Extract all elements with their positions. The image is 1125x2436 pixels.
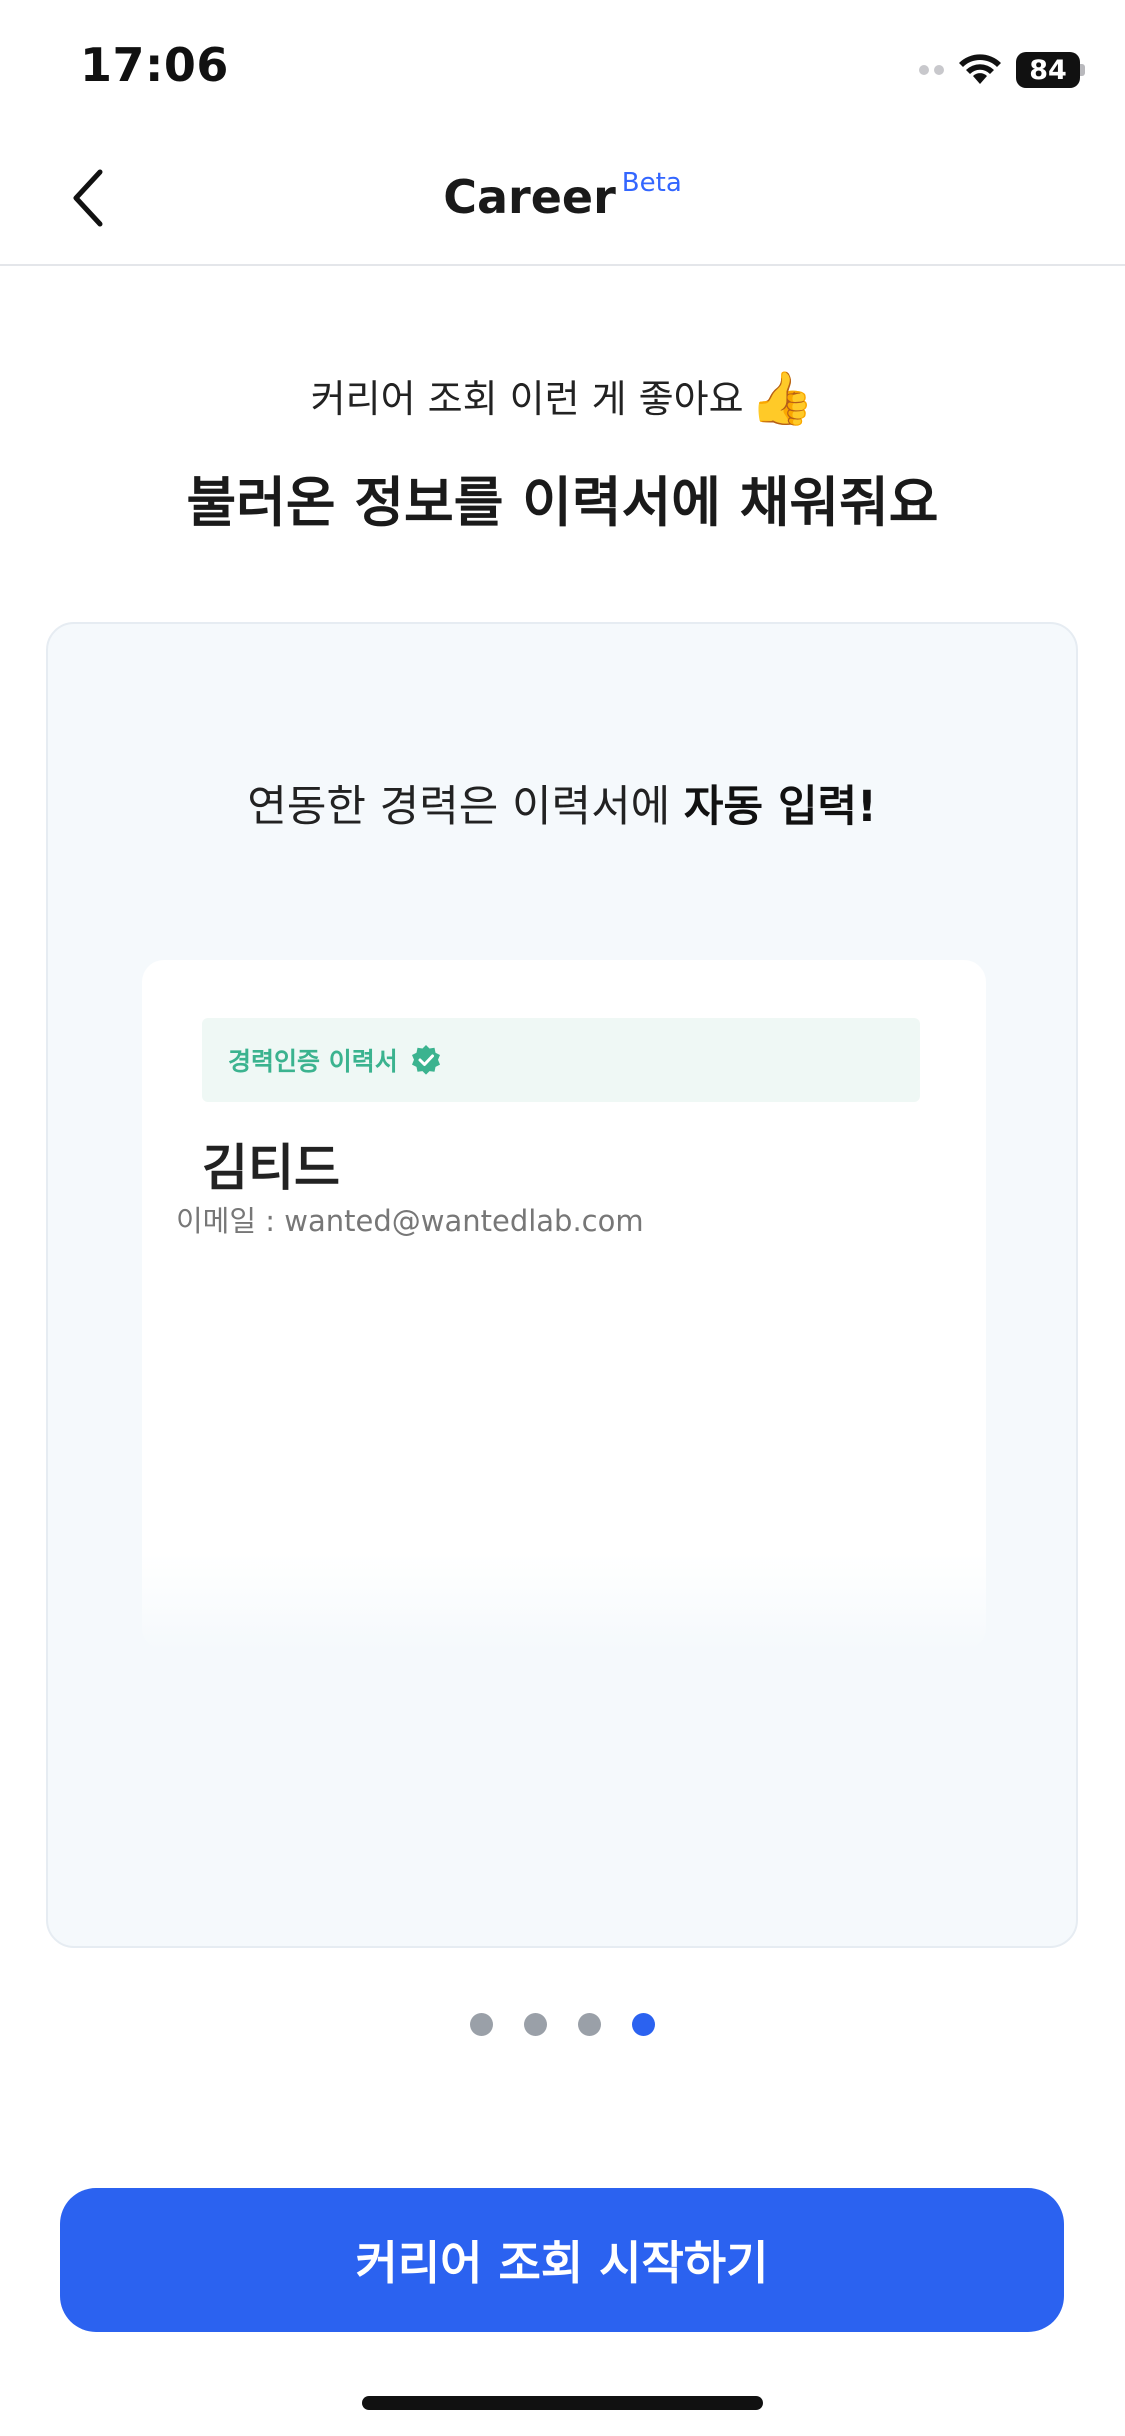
cellular-signal-icon	[919, 65, 944, 75]
battery-icon: 84	[1016, 52, 1080, 88]
slide-caption-plain: 연동한 경력은 이력서에	[247, 782, 684, 832]
battery-cap	[1080, 64, 1085, 76]
headline-sub: 커리어 조회 이런 게 좋아요 👍	[0, 368, 1125, 429]
battery-level: 84	[1029, 54, 1067, 86]
pager-dot[interactable]	[578, 2013, 601, 2036]
beta-badge: Beta	[621, 168, 682, 198]
headline-sub-text: 커리어 조회 이런 게 좋아요	[310, 377, 744, 421]
status-icons: 84	[919, 48, 1085, 92]
pager-dot-active[interactable]	[632, 2013, 655, 2036]
slide-caption-bold: 자동 입력!	[683, 782, 877, 832]
nav-title-wrap: Career Beta	[0, 168, 1125, 224]
resume-name: 김티드	[202, 1139, 340, 1197]
resume-preview: 경력인증 이력서 김티드 이메일 : wanted@wantedlab.com	[142, 960, 986, 1650]
start-career-lookup-button[interactable]: 커리어 조회 시작하기	[60, 2188, 1064, 2332]
verified-resume-banner: 경력인증 이력서	[202, 1018, 920, 1102]
wifi-icon	[959, 54, 1001, 84]
nav-title: Career	[443, 170, 616, 224]
headline-main: 불러온 정보를 이력서에 채워줘요	[186, 471, 939, 534]
home-indicator[interactable]	[362, 2396, 763, 2410]
nav-header: Career Beta	[0, 130, 1125, 266]
carousel-pager	[0, 2013, 1125, 2036]
onboarding-slide-card[interactable]: 연동한 경력은 이력서에 자동 입력! 경력인증 이력서 김티드 이메일 : w…	[46, 622, 1078, 1948]
battery-indicator: 84	[1016, 52, 1085, 88]
verified-badge-icon	[411, 1045, 440, 1075]
pager-dot[interactable]	[524, 2013, 547, 2036]
pager-dot[interactable]	[470, 2013, 493, 2036]
thumbs-up-icon: 👍	[749, 369, 815, 429]
slide-caption: 연동한 경력은 이력서에 자동 입력!	[48, 772, 1076, 834]
verified-resume-label: 경력인증 이력서	[228, 1047, 398, 1076]
resume-email: 이메일 : wanted@wantedlab.com	[176, 1204, 644, 1238]
status-time: 17:06	[80, 38, 229, 92]
page: 17:06 84 Career Beta 커리어 조회 이런 게 좋아요 👍 불…	[0, 0, 1125, 2436]
status-bar: 17:06 84	[0, 0, 1125, 130]
